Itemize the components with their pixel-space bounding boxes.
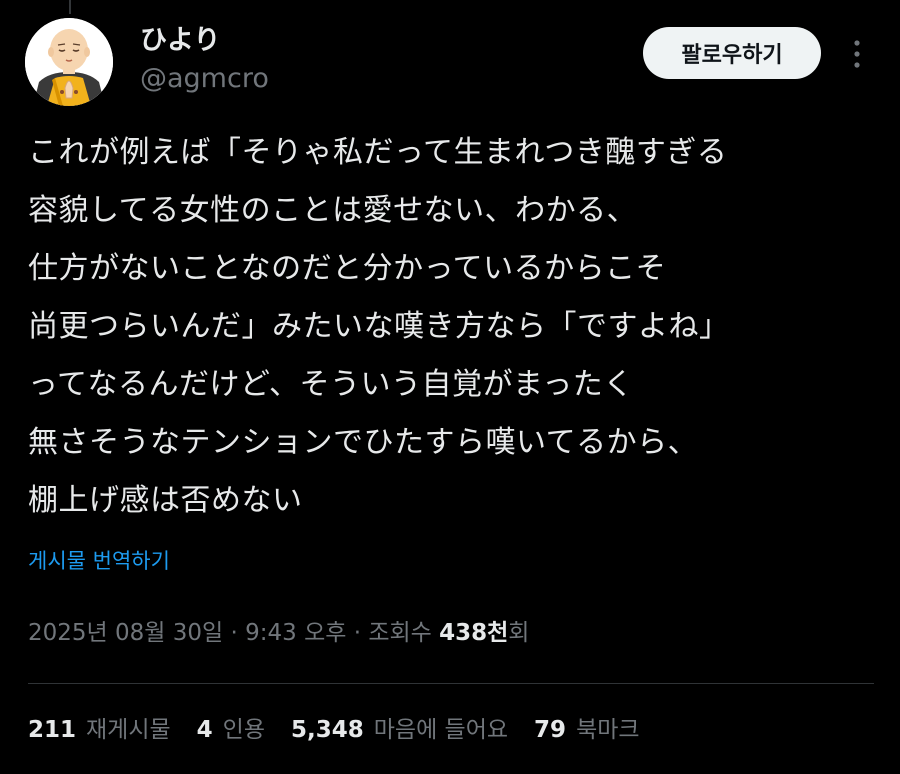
monk-avatar-illustration <box>25 18 113 106</box>
tweet-text-line: ってなるんだけど、そういう自覚がまったく <box>28 367 634 402</box>
avatar[interactable] <box>25 18 113 106</box>
meta-separator: · <box>346 620 369 646</box>
quotes-label: 인용 <box>222 717 265 743</box>
more-vertical-icon <box>854 40 860 68</box>
tweet-text-line: これが例えば「そりゃ私だって生まれつき醜すぎる <box>28 135 728 170</box>
tweet-text-line: 尚更つらいんだ」みたいな嘆き方なら「ですよね」 <box>28 309 730 344</box>
quotes-count: 4 <box>196 717 213 743</box>
views-count: 438천 <box>439 620 509 646</box>
tweet-text-line: 棚上げ感は否めない <box>28 483 303 518</box>
tweet-text-line: 無さそうなテンションでひたすら嘆いてるから、 <box>28 425 699 460</box>
reposts-stat[interactable]: 211 재게시물 <box>28 712 171 748</box>
quotes-stat[interactable]: 4 인용 <box>197 712 265 748</box>
tweet-text: これが例えば「そりゃ私だって生まれつき醜すぎる 容貌してる女性のことは愛せない、… <box>28 124 878 530</box>
author-display-name[interactable]: ひより <box>140 24 220 58</box>
engagement-stats: 211 재게시물 4 인용 5,348 마음에 들어요 79 북마크 <box>28 712 666 748</box>
author-handle[interactable]: @agmcro <box>140 62 269 96</box>
follow-button[interactable]: 팔로우하기 <box>643 27 821 79</box>
views-prefix: 조회수 <box>368 620 440 646</box>
bookmarks-label: 북마크 <box>576 717 640 743</box>
post-time[interactable]: 9:43 오후 <box>245 620 346 646</box>
tweet-text-line: 仕方がないことなのだと分かっているからこそ <box>28 251 667 286</box>
tweet-metadata: 2025년 08월 30일 · 9:43 오후 · 조회수 438천회 <box>28 615 529 651</box>
tweet-text-line: 容貌してる女性のことは愛せない、わかる、 <box>28 193 638 228</box>
reposts-label: 재게시물 <box>86 717 171 743</box>
reposts-count: 211 <box>28 717 77 743</box>
views-suffix: 회 <box>508 620 530 646</box>
translate-post-link[interactable]: 게시물 번역하기 <box>28 546 170 576</box>
stats-divider <box>28 683 874 684</box>
likes-count: 5,348 <box>291 717 364 743</box>
bookmarks-count: 79 <box>534 717 567 743</box>
meta-separator: · <box>223 620 246 646</box>
thread-connector-line <box>69 0 71 14</box>
post-date[interactable]: 2025년 08월 30일 <box>28 620 223 646</box>
likes-stat[interactable]: 5,348 마음에 들어요 <box>291 712 508 748</box>
bookmarks-stat[interactable]: 79 북마크 <box>534 712 640 748</box>
likes-label: 마음에 들어요 <box>373 717 509 743</box>
more-options-button[interactable] <box>845 34 869 74</box>
